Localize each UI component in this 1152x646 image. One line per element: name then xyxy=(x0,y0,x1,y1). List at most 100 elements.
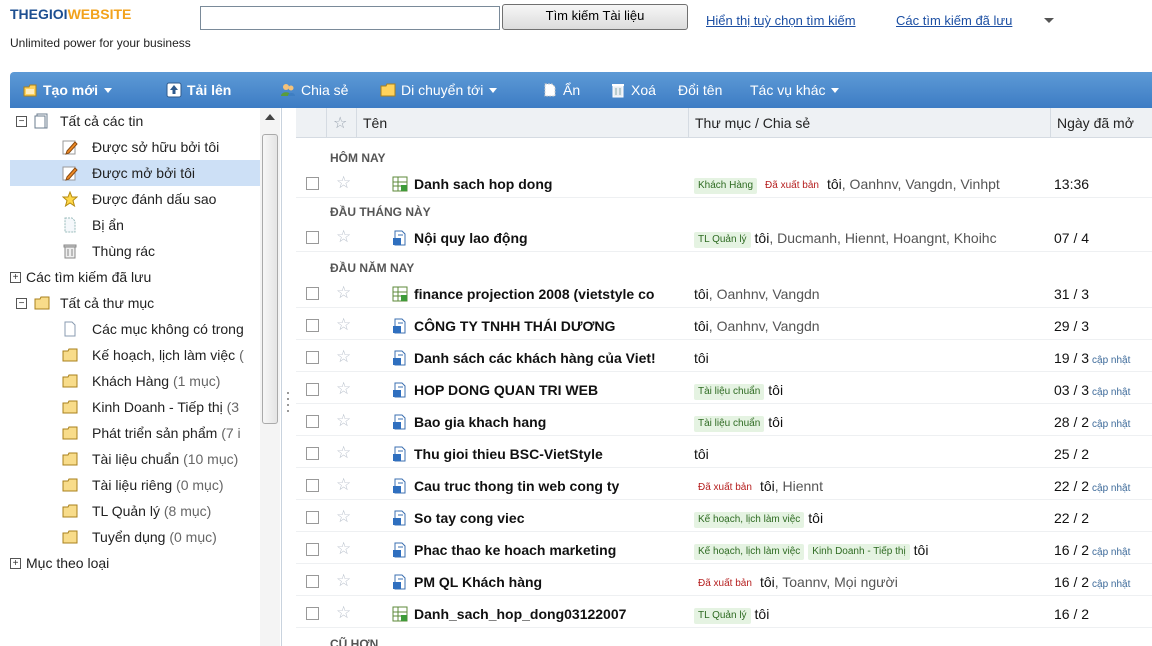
pane-splitter[interactable] xyxy=(283,108,295,646)
row-checkbox[interactable] xyxy=(306,447,319,460)
folder-tag[interactable]: Đã xuất bản xyxy=(694,480,756,496)
collapse-icon[interactable]: − xyxy=(16,116,27,127)
document-name[interactable]: finance projection 2008 (vietstyle co xyxy=(414,280,684,308)
sidebar-item-hidden[interactable]: Bị ẩn xyxy=(10,212,260,238)
folder-tag[interactable]: Kế hoạch, lịch làm việc xyxy=(694,544,805,560)
sidebar-item-by-type[interactable]: + Mục theo loại xyxy=(10,550,260,576)
star-outline-icon[interactable]: ☆ xyxy=(336,227,351,247)
expand-icon[interactable]: + xyxy=(10,558,21,569)
collapse-icon[interactable]: − xyxy=(16,298,27,309)
row-checkbox[interactable] xyxy=(306,575,319,588)
document-name[interactable]: Bao gia khach hang xyxy=(414,408,684,436)
sidebar-folder[interactable]: Phát triển sản phẩm (7 i xyxy=(10,420,260,446)
new-button[interactable]: Tạo mới xyxy=(22,72,113,108)
saved-searches-link[interactable]: Các tìm kiếm đã lưu xyxy=(896,13,1012,28)
search-button[interactable]: Tìm kiếm Tài liệu xyxy=(502,4,688,30)
document-name[interactable]: So tay cong viec xyxy=(414,504,684,532)
sidebar-folder[interactable]: Tuyển dụng (0 mục) xyxy=(10,524,260,550)
scroll-up-icon[interactable] xyxy=(265,114,275,120)
table-row[interactable]: ☆ Danh sach hop dong Khách Hàng Đã xuất bản… xyxy=(296,170,1152,198)
document-name[interactable]: Danh_sach_hop_dong03122007 xyxy=(414,600,684,628)
row-checkbox[interactable] xyxy=(306,543,319,556)
table-row[interactable]: ☆ PM QL Khách hàng Đã xuất bản tôi, Toannv,… xyxy=(296,568,1152,596)
table-row[interactable]: ☆ Thu gioi thieu BSC-VietStyle tôi 25 / 2 xyxy=(296,440,1152,468)
folder-tag[interactable]: Tài liệu chuẩn xyxy=(694,416,765,432)
logo[interactable]: THEGIOIWEBSITE xyxy=(10,6,131,22)
star-outline-icon[interactable]: ☆ xyxy=(336,315,351,335)
document-name[interactable]: Nội quy lao động xyxy=(414,224,684,252)
row-checkbox[interactable] xyxy=(306,351,319,364)
delete-button[interactable]: Xoá xyxy=(610,72,656,108)
document-name[interactable]: PM QL Khách hàng xyxy=(414,568,684,596)
row-checkbox[interactable] xyxy=(306,607,319,620)
folder-tag[interactable]: Kinh Doanh - Tiếp thị xyxy=(808,544,910,560)
star-outline-icon[interactable]: ☆ xyxy=(336,571,351,591)
sidebar-item-trash[interactable]: Thùng rác xyxy=(10,238,260,264)
table-row[interactable]: ☆ HOP DONG QUAN TRI WEB Tài liệu chuẩn tôi 0… xyxy=(296,376,1152,404)
table-row[interactable]: ☆ Danh_sach_hop_dong03122007 TL Quản lý tôi… xyxy=(296,600,1152,628)
document-name[interactable]: Danh sach hop dong xyxy=(414,170,684,198)
row-checkbox[interactable] xyxy=(306,177,319,190)
row-checkbox[interactable] xyxy=(306,287,319,300)
show-search-options-link[interactable]: Hiển thị tuỳ chọn tìm kiếm xyxy=(706,13,856,28)
date-opened-column-header[interactable]: Ngày đã mở xyxy=(1050,108,1152,138)
move-to-button[interactable]: Di chuyển tới xyxy=(380,72,498,108)
row-checkbox[interactable] xyxy=(306,231,319,244)
star-outline-icon[interactable]: ☆ xyxy=(336,379,351,399)
rename-button[interactable]: Đổi tên xyxy=(678,72,722,108)
search-input[interactable] xyxy=(200,6,500,30)
hide-button[interactable]: Ẩn xyxy=(542,72,580,108)
sidebar-folder-unfiled[interactable]: Các mục không có trong xyxy=(10,316,260,342)
folder-tag[interactable]: Kế hoạch, lịch làm việc xyxy=(694,512,805,528)
star-outline-icon[interactable]: ☆ xyxy=(336,347,351,367)
table-row[interactable]: ☆ Cau truc thong tin web cong ty Đã xuất b… xyxy=(296,472,1152,500)
sidebar-folder[interactable]: TL Quản lý (8 mục) xyxy=(10,498,260,524)
document-name[interactable]: CÔNG TY TNHH THÁI DƯƠNG xyxy=(414,312,684,340)
folder-tag[interactable]: Đã xuất bản xyxy=(761,178,823,194)
row-checkbox[interactable] xyxy=(306,479,319,492)
sidebar-item-saved-searches[interactable]: + Các tìm kiếm đã lưu xyxy=(10,264,260,290)
row-checkbox[interactable] xyxy=(306,383,319,396)
row-checkbox[interactable] xyxy=(306,511,319,524)
star-outline-icon[interactable]: ☆ xyxy=(336,411,351,431)
star-outline-icon[interactable]: ☆ xyxy=(336,475,351,495)
document-name[interactable]: Thu gioi thieu BSC-VietStyle xyxy=(414,440,684,468)
table-row[interactable]: ☆ Phac thao ke hoach marketing Kế hoạch, l… xyxy=(296,536,1152,564)
star-outline-icon[interactable]: ☆ xyxy=(336,603,351,623)
chevron-down-icon[interactable] xyxy=(1044,18,1054,23)
folder-tag[interactable]: Tài liệu chuẩn xyxy=(694,384,765,400)
star-outline-icon[interactable]: ☆ xyxy=(336,507,351,527)
more-actions-button[interactable]: Tác vụ khác xyxy=(750,72,840,108)
folder-tag[interactable]: Đã xuất bản xyxy=(694,576,756,592)
table-row[interactable]: ☆ Nội quy lao động TL Quản lý tôi, Ducmanh,… xyxy=(296,224,1152,252)
name-column-header[interactable]: Tên xyxy=(356,108,688,138)
document-name[interactable]: Phac thao ke hoach marketing xyxy=(414,536,684,564)
table-row[interactable]: ☆ CÔNG TY TNHH THÁI DƯƠNG tôi, Oanhnv, Van… xyxy=(296,312,1152,340)
star-outline-icon[interactable]: ☆ xyxy=(336,283,351,303)
upload-button[interactable]: Tải lên xyxy=(166,72,231,108)
sidebar-scrollbar[interactable] xyxy=(260,108,280,646)
sidebar-item-owned-by-me[interactable]: Được sở hữu bởi tôi xyxy=(10,134,260,160)
sidebar-folder[interactable]: Kinh Doanh - Tiếp thị (3 xyxy=(10,394,260,420)
table-row[interactable]: ☆ finance projection 2008 (vietstyle co tô… xyxy=(296,280,1152,308)
row-checkbox[interactable] xyxy=(306,319,319,332)
folder-tag[interactable]: Khách Hàng xyxy=(694,178,758,194)
sidebar-item-all-items[interactable]: − Tất cả các tin xyxy=(10,108,260,134)
sidebar-folder[interactable]: Tài liệu chuẩn (10 mục) xyxy=(10,446,260,472)
share-button[interactable]: Chia sẻ xyxy=(280,72,348,108)
sidebar-folder[interactable]: Kế hoạch, lịch làm việc ( xyxy=(10,342,260,368)
folder-share-column-header[interactable]: Thư mục / Chia sẻ xyxy=(688,108,1050,138)
scroll-thumb[interactable] xyxy=(262,134,278,424)
star-outline-icon[interactable]: ☆ xyxy=(336,443,351,463)
document-name[interactable]: Cau truc thong tin web cong ty xyxy=(414,472,684,500)
row-checkbox[interactable] xyxy=(306,415,319,428)
table-row[interactable]: ☆ Danh sách các khách hàng của Viet! tôi 19… xyxy=(296,344,1152,372)
table-row[interactable]: ☆ Bao gia khach hang Tài liệu chuẩn tôi 28 /… xyxy=(296,408,1152,436)
folder-tag[interactable]: TL Quản lý xyxy=(694,232,751,248)
star-column[interactable]: ☆ xyxy=(326,108,356,138)
table-row[interactable]: ☆ So tay cong viec Kế hoạch, lịch làm việc… xyxy=(296,504,1152,532)
sidebar-folder[interactable]: Tài liệu riêng (0 mục) xyxy=(10,472,260,498)
document-name[interactable]: HOP DONG QUAN TRI WEB xyxy=(414,376,684,404)
sidebar-item-all-folders[interactable]: − Tất cả thư mục xyxy=(10,290,260,316)
document-name[interactable]: Danh sách các khách hàng của Viet! xyxy=(414,344,684,372)
